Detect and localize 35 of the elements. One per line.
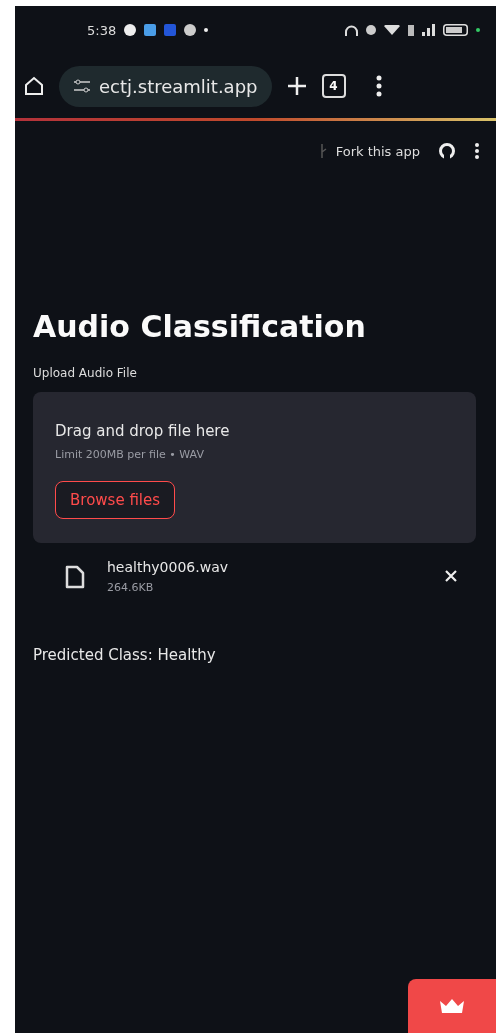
address-bar[interactable]: ectj.streamlit.app bbox=[59, 65, 272, 107]
notification-icon bbox=[184, 24, 197, 36]
url-text: ectj.streamlit.app bbox=[99, 75, 258, 97]
uploader-label: Upload Audio File bbox=[33, 366, 138, 380]
tab-count[interactable]: 4 bbox=[321, 74, 346, 98]
dot-icon bbox=[204, 28, 209, 32]
drop-zone[interactable]: Drag and drop file here Limit 200MB per file • WAV Browse files bbox=[33, 392, 476, 543]
status-time: 5:38 bbox=[87, 22, 117, 38]
new-tab-icon[interactable] bbox=[285, 75, 308, 97]
fork-icon bbox=[319, 143, 328, 159]
crown-icon bbox=[439, 998, 465, 1014]
headphones-icon bbox=[345, 24, 358, 36]
github-icon[interactable] bbox=[438, 142, 456, 160]
file-limit: Limit 200MB per file • WAV bbox=[55, 448, 205, 461]
fork-app-link[interactable]: Fork this app bbox=[319, 143, 420, 159]
menu-icon[interactable] bbox=[375, 75, 382, 97]
menu-icon[interactable] bbox=[474, 142, 480, 160]
file-icon bbox=[65, 564, 85, 589]
file-size: 264.6KB bbox=[107, 581, 155, 594]
page-title: Audio Classification bbox=[33, 309, 367, 344]
streamlit-badge[interactable] bbox=[408, 979, 496, 1033]
drop-instructions: Drag and drop file here bbox=[55, 422, 231, 440]
close-icon bbox=[444, 569, 458, 583]
browse-files-button[interactable]: Browse files bbox=[55, 481, 176, 519]
prediction-text: Predicted Class: Healthy bbox=[33, 646, 217, 664]
notification-icon bbox=[124, 24, 137, 36]
home-icon[interactable] bbox=[23, 75, 45, 97]
battery-icon bbox=[443, 24, 468, 36]
dot-icon bbox=[476, 28, 480, 32]
app-icon bbox=[144, 24, 157, 36]
signal-icon bbox=[422, 24, 435, 36]
app-icon bbox=[164, 24, 177, 36]
wifi-icon bbox=[384, 25, 400, 35]
site-settings-icon[interactable] bbox=[73, 79, 91, 93]
file-name: healthy0006.wav bbox=[107, 559, 229, 575]
